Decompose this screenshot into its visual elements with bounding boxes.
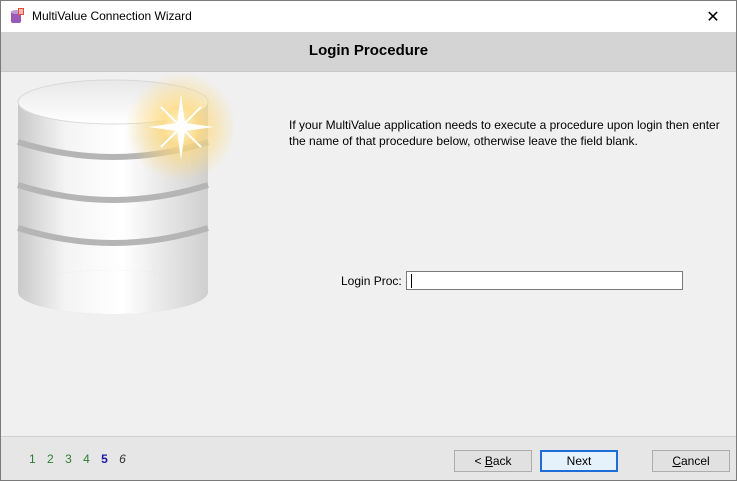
login-proc-label: Login Proc:	[341, 274, 402, 288]
step-indicator: 1 2 3 4 5 6	[29, 452, 134, 466]
database-star-illustration	[17, 72, 236, 314]
back-button[interactable]: < Back	[454, 450, 532, 472]
page-header: Login Procedure	[1, 32, 736, 72]
step-5: 5	[101, 452, 108, 466]
login-proc-input[interactable]	[406, 271, 683, 290]
next-button-label: Next	[566, 454, 592, 468]
cancel-button-accel: C	[672, 454, 681, 468]
instruction-text: If your MultiValue application needs to …	[289, 118, 720, 148]
text-caret	[411, 274, 412, 288]
back-button-prefix: <	[474, 454, 485, 468]
step-4: 4	[83, 452, 90, 466]
close-icon: ✕	[706, 8, 720, 26]
step-6: 6	[119, 452, 126, 466]
close-button[interactable]: ✕	[690, 1, 736, 32]
page-title: Login Procedure	[308, 42, 429, 59]
next-button[interactable]: Next	[540, 450, 618, 472]
wizard-window: MultiValue Connection Wizard ✕ Login Pro…	[0, 0, 737, 481]
step-1: 1	[29, 452, 36, 466]
database-wizard-icon	[11, 8, 24, 23]
window-title: MultiValue Connection Wizard	[32, 9, 192, 23]
step-3: 3	[65, 452, 72, 466]
wizard-content: If your MultiValue application needs to …	[1, 72, 736, 436]
wizard-footer: 1 2 3 4 5 6 < Back Next Cancel	[1, 436, 736, 480]
title-bar: MultiValue Connection Wizard ✕	[1, 1, 736, 32]
cancel-button-label: ancel	[680, 454, 710, 468]
cancel-button[interactable]: Cancel	[652, 450, 730, 472]
step-2: 2	[47, 452, 54, 466]
back-button-label: ack	[492, 454, 512, 468]
back-button-accel: B	[484, 454, 493, 468]
